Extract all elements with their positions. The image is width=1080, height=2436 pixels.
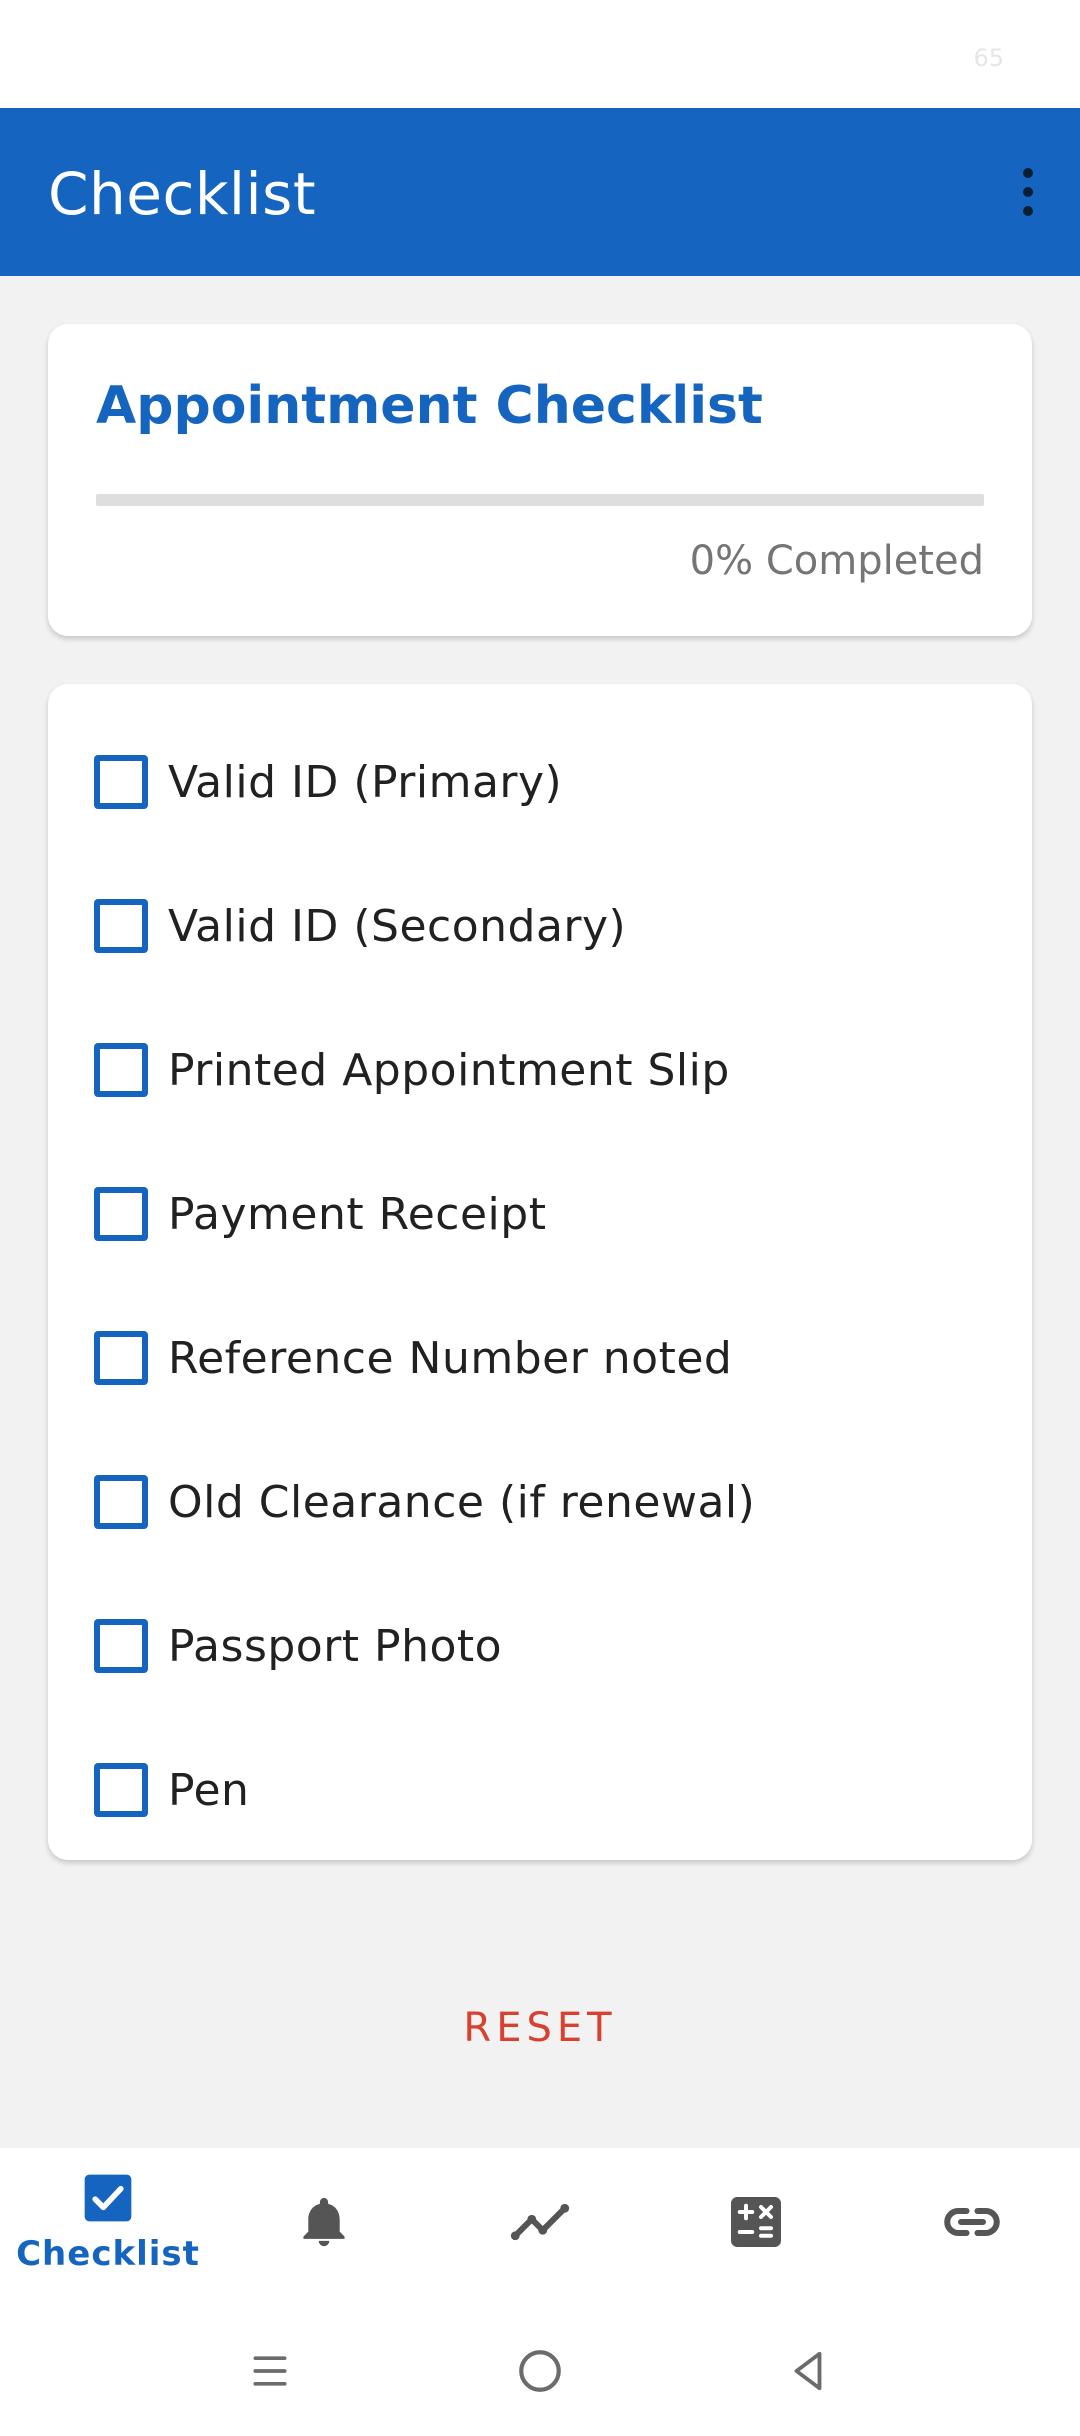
progress-text: 0% Completed (689, 538, 984, 584)
system-nav-bar (0, 2296, 1080, 2436)
status-bar: 65 (0, 0, 1080, 108)
progress-card: Appointment Checklist 0% Completed (48, 324, 1032, 636)
checkbox[interactable] (94, 1331, 148, 1385)
checkbox[interactable] (94, 1475, 148, 1529)
nav-item-calculator[interactable] (648, 2148, 864, 2296)
bell-icon (303, 2197, 345, 2247)
app-bar: Checklist (0, 108, 1080, 276)
trend-line-icon (510, 2203, 570, 2241)
nav-item-notifications[interactable] (216, 2148, 432, 2296)
checklist-item[interactable]: Reference Number noted (48, 1286, 1032, 1430)
checklist-item[interactable]: Old Clearance (if renewal) (48, 1430, 1032, 1574)
more-vert-icon[interactable] (998, 152, 1058, 232)
checkbox[interactable] (94, 899, 148, 953)
app-title: Checklist (48, 160, 317, 228)
checklist-item-label: Reference Number noted (168, 1332, 733, 1384)
checkbox-icon (84, 2174, 132, 2222)
checklist-item[interactable]: Payment Receipt (48, 1142, 1032, 1286)
checklist-item[interactable]: Passport Photo (48, 1574, 1032, 1718)
progress-title: Appointment Checklist (96, 376, 763, 436)
nav-item-trends[interactable] (432, 2148, 648, 2296)
nav-item-links[interactable] (864, 2148, 1080, 2296)
checklist-item[interactable]: Valid ID (Primary) (48, 710, 1032, 854)
checkbox[interactable] (94, 1187, 148, 1241)
checklist-item-label: Payment Receipt (168, 1188, 547, 1240)
home-circle-icon[interactable] (500, 2336, 580, 2406)
reset-button[interactable]: RESET (390, 1988, 690, 2068)
checkbox[interactable] (94, 1763, 148, 1817)
checkbox[interactable] (94, 1043, 148, 1097)
link-icon (944, 2207, 1000, 2237)
checkbox[interactable] (94, 1619, 148, 1673)
progress-bar (96, 494, 984, 506)
checklist-item[interactable]: Valid ID (Secondary) (48, 854, 1032, 998)
back-triangle-icon[interactable] (768, 2336, 848, 2406)
checklist-item-label: Passport Photo (168, 1620, 503, 1672)
checklist-item-label: Valid ID (Secondary) (168, 900, 627, 952)
checkbox[interactable] (94, 755, 148, 809)
bottom-nav: Checklist (0, 2148, 1080, 2296)
checklist-card: Valid ID (Primary) Valid ID (Secondary) … (48, 684, 1032, 1860)
checklist-item-label: Valid ID (Primary) (168, 756, 563, 808)
nav-item-label: Checklist (16, 2234, 200, 2274)
status-number: 65 (973, 44, 1004, 72)
menu-icon[interactable] (230, 2336, 310, 2406)
checklist-item[interactable]: Printed Appointment Slip (48, 998, 1032, 1142)
checklist-item[interactable]: Pen (48, 1718, 1032, 1862)
checklist-item-label: Printed Appointment Slip (168, 1044, 730, 1096)
nav-item-checklist[interactable]: Checklist (0, 2148, 216, 2296)
checklist-item-label: Pen (168, 1764, 250, 1816)
checklist-item-label: Old Clearance (if renewal) (168, 1476, 756, 1528)
calculator-icon (731, 2197, 781, 2247)
